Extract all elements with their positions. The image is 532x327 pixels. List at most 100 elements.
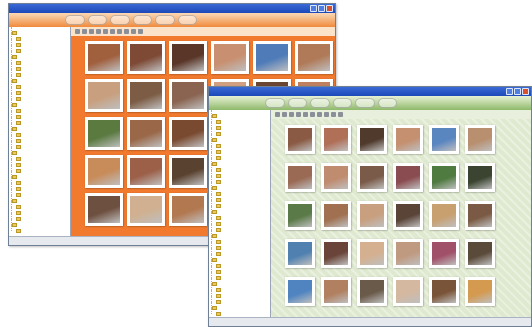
photo-thumbnail[interactable] [393, 163, 423, 192]
toolbar-icon[interactable] [138, 29, 143, 34]
photo-thumbnail[interactable] [295, 41, 333, 74]
toolbar-icon[interactable] [296, 112, 301, 117]
toolbar-icon[interactable] [303, 112, 308, 117]
photo-thumbnail[interactable] [429, 239, 459, 268]
close-button[interactable] [522, 88, 529, 95]
toolbar-icon[interactable] [117, 29, 122, 34]
photo-image [396, 128, 420, 151]
photo-thumbnail[interactable] [127, 41, 165, 74]
photo-thumbnail[interactable] [393, 201, 423, 230]
photo-thumbnail[interactable] [357, 163, 387, 192]
folder-tree[interactable] [9, 27, 71, 245]
photo-thumbnail[interactable] [465, 201, 495, 230]
toolbar-icon[interactable] [289, 112, 294, 117]
photo-thumbnail[interactable] [253, 41, 291, 74]
toolbar-icon[interactable] [310, 112, 315, 117]
photo-thumbnail[interactable] [429, 201, 459, 230]
photo-thumbnail[interactable] [465, 125, 495, 154]
menu-item-2[interactable] [287, 98, 308, 108]
photo-thumbnail[interactable] [357, 201, 387, 230]
photo-thumbnail[interactable] [127, 193, 165, 226]
photo-thumbnail[interactable] [357, 125, 387, 154]
menu-item-3[interactable] [310, 98, 330, 108]
photo-thumbnail[interactable] [85, 41, 123, 74]
photo-thumbnail[interactable] [285, 239, 315, 268]
photo-thumbnail[interactable] [169, 155, 207, 188]
toolbar-icon[interactable] [124, 29, 129, 34]
photo-thumbnail[interactable] [321, 163, 351, 192]
photo-thumbnail[interactable] [465, 163, 495, 192]
photo-app-window-green[interactable] [208, 86, 532, 327]
photo-thumbnail[interactable] [357, 239, 387, 268]
photo-image [172, 196, 204, 223]
title-bar[interactable] [9, 4, 335, 13]
toolbar-icon[interactable] [89, 29, 94, 34]
photo-thumbnail[interactable] [85, 79, 123, 112]
photo-thumbnail[interactable] [429, 163, 459, 192]
menu-item-5[interactable] [355, 98, 375, 108]
toolbar-icon[interactable] [324, 112, 329, 117]
photo-thumbnail[interactable] [357, 277, 387, 306]
photo-thumbnail[interactable] [465, 239, 495, 268]
photo-thumbnail[interactable] [465, 277, 495, 306]
toolbar-icon[interactable] [275, 112, 280, 117]
folder-icon [16, 61, 21, 65]
photo-thumbnail[interactable] [169, 117, 207, 150]
toolbar-icon[interactable] [317, 112, 322, 117]
toolbar-icon[interactable] [131, 29, 136, 34]
toolbar-icon[interactable] [331, 112, 336, 117]
toolbar-icon[interactable] [82, 29, 87, 34]
toolbar-icon[interactable] [338, 112, 343, 117]
photo-thumbnail[interactable] [169, 41, 207, 74]
toolbar-icon[interactable] [96, 29, 101, 34]
menu-item-1[interactable] [65, 15, 85, 25]
minimize-button[interactable] [310, 5, 317, 12]
photo-thumbnail[interactable] [85, 117, 123, 150]
photo-thumbnail[interactable] [429, 277, 459, 306]
photo-thumbnail[interactable] [429, 125, 459, 154]
tree-item[interactable] [9, 225, 70, 234]
photo-thumbnail[interactable] [169, 79, 207, 112]
photo-thumbnail[interactable] [169, 193, 207, 226]
photo-thumbnail[interactable] [211, 41, 249, 74]
photo-image [288, 166, 312, 189]
photo-thumbnail[interactable] [321, 239, 351, 268]
menu-item-2[interactable] [87, 15, 108, 25]
photo-thumbnail[interactable] [285, 125, 315, 154]
photo-thumbnail[interactable] [321, 125, 351, 154]
menu-item-5[interactable] [155, 15, 175, 25]
photo-thumbnail[interactable] [321, 201, 351, 230]
toolbar-icon[interactable] [103, 29, 108, 34]
menu-item-4[interactable] [332, 98, 353, 108]
photo-thumbnail[interactable] [285, 163, 315, 192]
photo-thumbnail[interactable] [85, 155, 123, 188]
menu-item-3[interactable] [110, 15, 130, 25]
photo-thumbnail[interactable] [127, 79, 165, 112]
minimize-button[interactable] [506, 88, 513, 95]
photo-thumbnail[interactable] [285, 277, 315, 306]
photo-thumbnail[interactable] [393, 125, 423, 154]
toolbar [71, 27, 335, 36]
menu-item-6[interactable] [377, 98, 398, 108]
menu-item-4[interactable] [132, 15, 153, 25]
toolbar-icon[interactable] [110, 29, 115, 34]
menu-item-1[interactable] [265, 98, 285, 108]
photo-thumbnail[interactable] [321, 277, 351, 306]
photo-thumbnail[interactable] [393, 277, 423, 306]
folder-icon [216, 252, 221, 256]
photo-thumbnail[interactable] [393, 239, 423, 268]
maximize-button[interactable] [514, 88, 521, 95]
folder-tree[interactable] [209, 110, 271, 326]
menu-item-6[interactable] [177, 15, 198, 25]
photo-thumbnail[interactable] [285, 201, 315, 230]
maximize-button[interactable] [318, 5, 325, 12]
photo-image [468, 166, 492, 189]
photo-thumbnail[interactable] [127, 155, 165, 188]
toolbar-icon[interactable] [282, 112, 287, 117]
title-bar[interactable] [209, 87, 531, 96]
photo-image [468, 280, 492, 303]
close-button[interactable] [326, 5, 333, 12]
photo-thumbnail[interactable] [85, 193, 123, 226]
photo-thumbnail[interactable] [127, 117, 165, 150]
toolbar-icon[interactable] [75, 29, 80, 34]
